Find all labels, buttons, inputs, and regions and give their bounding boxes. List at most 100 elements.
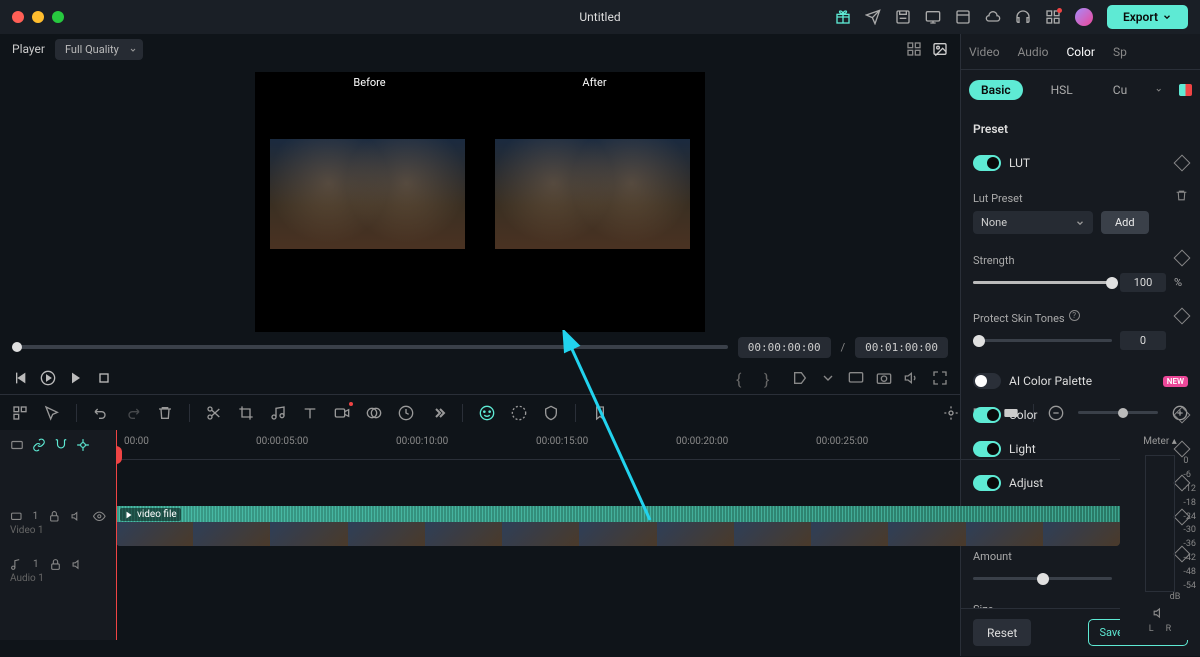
mute-icon[interactable] <box>71 510 84 523</box>
pointer-icon[interactable] <box>44 405 60 421</box>
image-view-icon[interactable] <box>932 41 948 57</box>
maximize-window-button[interactable] <box>52 11 64 23</box>
volume-icon[interactable] <box>1153 606 1167 620</box>
before-label: Before <box>353 76 385 89</box>
lut-preset-dropdown[interactable]: None <box>973 211 1093 234</box>
gift-icon[interactable] <box>835 9 851 25</box>
ai-icon[interactable] <box>479 405 495 421</box>
avatar[interactable] <box>1075 8 1093 26</box>
monitor-icon[interactable] <box>925 9 941 25</box>
lock-icon[interactable] <box>49 558 62 571</box>
record-icon[interactable] <box>334 405 350 421</box>
undo-icon[interactable] <box>93 405 109 421</box>
marker-tool-icon[interactable] <box>592 405 608 421</box>
quality-dropdown[interactable]: Full Quality <box>55 39 143 60</box>
keyframe-icon[interactable] <box>1174 249 1191 266</box>
delete-icon[interactable] <box>157 405 173 421</box>
cloud-icon[interactable] <box>985 9 1001 25</box>
prev-frame-button[interactable] <box>12 370 28 386</box>
play-button[interactable] <box>40 370 56 386</box>
duration: 00:01:00:00 <box>855 337 948 358</box>
play-forward-button[interactable] <box>68 370 84 386</box>
effects-icon[interactable] <box>511 405 527 421</box>
tab-audio[interactable]: Audio <box>1018 45 1049 59</box>
strength-input[interactable] <box>1120 273 1166 292</box>
lut-toggle[interactable] <box>973 155 1001 171</box>
split-icon[interactable] <box>206 405 222 421</box>
color-toggle[interactable] <box>973 407 1001 423</box>
scrubber[interactable] <box>12 345 728 349</box>
zoom-slider[interactable] <box>1078 411 1158 414</box>
info-icon[interactable]: ? <box>1069 310 1080 321</box>
speed-icon[interactable] <box>398 405 414 421</box>
audio-track-icon <box>10 558 23 571</box>
strength-label: Strength <box>973 254 1015 267</box>
keyframe-icon[interactable] <box>1174 155 1191 172</box>
track01-icon[interactable] <box>10 438 24 452</box>
text-icon[interactable] <box>302 405 318 421</box>
crop-icon[interactable] <box>238 405 254 421</box>
close-window-button[interactable] <box>12 11 24 23</box>
ai-palette-label: AI Color Palette <box>1009 374 1155 388</box>
marker-icon[interactable] <box>792 370 808 386</box>
zoom-out-icon[interactable] <box>1048 405 1064 421</box>
strength-slider[interactable] <box>973 281 1112 284</box>
export-button[interactable]: Export <box>1107 5 1188 29</box>
more-icon[interactable] <box>430 405 446 421</box>
save-icon[interactable] <box>895 9 911 25</box>
keyframe-icon[interactable] <box>1174 307 1191 324</box>
minimize-window-button[interactable] <box>32 11 44 23</box>
eye-icon[interactable] <box>93 510 106 523</box>
cc-icon[interactable] <box>1003 405 1019 421</box>
timeline-tracks[interactable]: 00:00 00:00:05:00 00:00:10:00 00:00:15:0… <box>116 430 1120 640</box>
lock-icon[interactable] <box>48 510 61 523</box>
protect-skin-input[interactable] <box>1120 331 1166 350</box>
music-icon[interactable] <box>270 405 286 421</box>
preview-compare: Before After <box>255 72 705 332</box>
subtab-basic[interactable]: Basic <box>969 80 1023 100</box>
adjust-icon[interactable] <box>943 405 959 421</box>
projects-icon[interactable] <box>955 9 971 25</box>
trash-icon[interactable] <box>1175 189 1188 202</box>
shield-icon[interactable] <box>543 405 559 421</box>
snapshot-icon[interactable] <box>876 370 892 386</box>
playhead[interactable] <box>116 430 117 640</box>
chevron-down-icon[interactable] <box>1155 85 1162 95</box>
layout-icon[interactable] <box>12 405 28 421</box>
fullscreen-icon[interactable] <box>932 370 948 386</box>
add-button[interactable]: Add <box>1101 211 1149 234</box>
timeline: 1 Video 1 1 Audio 1 00:00 00:00:05:00 00… <box>0 430 1200 640</box>
send-icon[interactable] <box>865 9 881 25</box>
display-icon[interactable] <box>848 370 864 386</box>
stop-button[interactable] <box>96 370 112 386</box>
tab-video[interactable]: Video <box>969 45 1000 59</box>
tab-speed[interactable]: Sp <box>1113 45 1127 59</box>
subtab-hsl[interactable]: HSL <box>1039 80 1085 100</box>
apps-icon[interactable] <box>1045 9 1061 25</box>
current-time: 00:00:00:00 <box>738 337 831 358</box>
redo-icon[interactable] <box>125 405 141 421</box>
chevron-down-icon[interactable] <box>820 370 836 386</box>
window-title: Untitled <box>579 10 620 24</box>
grid-view-icon[interactable] <box>906 41 922 57</box>
magnet-icon[interactable] <box>54 438 68 452</box>
tab-color[interactable]: Color <box>1066 45 1094 59</box>
mask-icon[interactable] <box>366 405 382 421</box>
mute-icon[interactable] <box>72 558 85 571</box>
clip-audio-waveform[interactable] <box>116 506 1120 522</box>
volume-icon[interactable] <box>904 370 920 386</box>
headphones-icon[interactable] <box>1015 9 1031 25</box>
link-icon[interactable] <box>32 438 46 452</box>
video-track-name: Video 1 <box>10 525 106 536</box>
bracket-close-icon[interactable]: } <box>764 370 780 386</box>
timeline-ruler[interactable]: 00:00 00:00:05:00 00:00:10:00 00:00:15:0… <box>116 430 1120 460</box>
bug-icon[interactable] <box>76 438 90 452</box>
bracket-open-icon[interactable]: { <box>736 370 752 386</box>
protect-skin-slider[interactable] <box>973 339 1112 342</box>
meter-label[interactable]: Meter ▴ <box>1143 436 1177 447</box>
ai-palette-toggle[interactable] <box>973 373 1001 389</box>
preview-before-image <box>270 139 465 249</box>
compare-toggle-icon[interactable] <box>1179 84 1192 96</box>
preset-title: Preset <box>973 122 1188 136</box>
subtab-curves[interactable]: Cu <box>1101 80 1139 100</box>
